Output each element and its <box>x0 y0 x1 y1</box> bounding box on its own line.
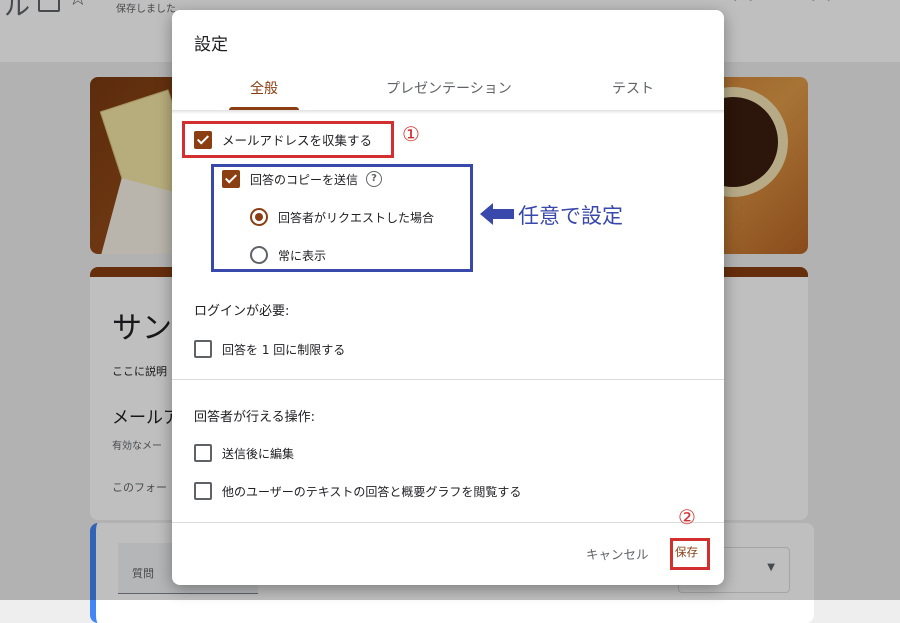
tab-general[interactable]: 全般 <box>250 78 278 98</box>
optional-setting-note: 任意で設定 <box>518 204 623 228</box>
edit-after-option[interactable]: 送信後に編集 <box>194 444 294 462</box>
arrow-left-icon <box>480 203 514 225</box>
view-summary-option[interactable]: 他のユーザーのテキストの回答と概要グラフを閲覧する <box>194 482 521 500</box>
dialog-title: 設定 <box>194 35 228 55</box>
view-summary-label: 他のユーザーのテキストの回答と概要グラフを閲覧する <box>222 484 522 499</box>
footer-divider <box>172 522 724 523</box>
step-marker-2: ② <box>678 505 696 529</box>
highlight-copy-options <box>211 164 473 272</box>
step-marker-1: ① <box>402 122 420 146</box>
view-summary-checkbox[interactable] <box>194 482 212 500</box>
login-section-heading: ログインが必要: <box>194 304 290 319</box>
settings-tabs: 全般 プレゼンテーション テスト <box>172 72 724 112</box>
highlight-save <box>670 538 710 570</box>
limit-one-option[interactable]: 回答を 1 回に制限する <box>194 340 345 358</box>
section-divider <box>172 379 724 380</box>
cancel-button[interactable]: キャンセル <box>586 544 649 563</box>
edit-after-label: 送信後に編集 <box>222 446 295 461</box>
highlight-collect-email <box>182 121 394 158</box>
tab-presentation[interactable]: プレゼンテーション <box>386 78 512 98</box>
settings-dialog: 設定 全般 プレゼンテーション テスト メールアドレスを収集する 回答のコピーを… <box>172 10 724 585</box>
limit-one-label: 回答を 1 回に制限する <box>222 342 346 357</box>
respondent-section-heading: 回答者が行える操作: <box>194 410 315 425</box>
tab-quiz[interactable]: テスト <box>612 78 654 98</box>
limit-one-checkbox[interactable] <box>194 340 212 358</box>
edit-after-checkbox[interactable] <box>194 444 212 462</box>
tabs-divider <box>172 110 724 114</box>
